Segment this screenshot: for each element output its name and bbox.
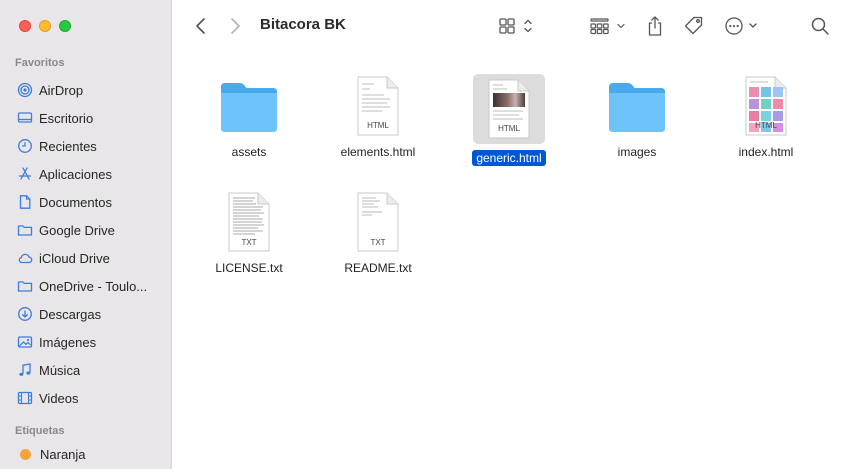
zoom-button[interactable]: [59, 20, 71, 32]
html-document-icon: HTML: [346, 74, 410, 138]
window-controls: [19, 20, 71, 32]
clock-icon: [18, 139, 32, 153]
sidebar-item-label: Naranja: [40, 446, 86, 462]
file-type-badge: HTML: [498, 124, 520, 133]
folder-icon: [217, 74, 281, 138]
orange-tag-dot: [20, 448, 31, 460]
sidebar-item-label: Aplicaciones: [39, 166, 112, 182]
tags-section-title: Etiquetas: [15, 425, 65, 437]
toolbar: Bitacora BK: [172, 0, 846, 52]
window-title: Bitacora BK: [260, 16, 346, 33]
search-button[interactable]: [808, 12, 832, 40]
folder-icon: [17, 281, 33, 292]
download-icon: [18, 307, 32, 321]
file-name: LICENSE.txt: [215, 261, 283, 275]
sidebar-item-onedrive[interactable]: OneDrive - Toulo...: [0, 272, 172, 300]
photo-icon: [17, 336, 33, 348]
file-name: generic.html: [472, 150, 546, 166]
file-item-index-html[interactable]: HTML index.html: [706, 74, 826, 160]
text-document-icon: TXT: [217, 190, 281, 254]
document-icon: [19, 195, 31, 209]
share-icon: [648, 16, 662, 36]
sidebar-item-label: Recientes: [39, 138, 97, 154]
grid-view-icon: [499, 18, 532, 34]
file-name: README.txt: [344, 261, 412, 275]
share-button[interactable]: [644, 12, 666, 40]
sidebar-item-icloud-drive[interactable]: iCloud Drive: [0, 244, 172, 272]
sidebar-tag-naranja[interactable]: Naranja: [0, 440, 172, 468]
chevron-left-icon: [196, 18, 205, 34]
file-type-badge: TXT: [370, 238, 385, 247]
chevron-right-icon: [231, 18, 240, 34]
favorites-list: AirDrop Escritorio Recientes Aplicacione…: [0, 76, 172, 412]
sidebar-item-descargas[interactable]: Descargas: [0, 300, 172, 328]
sidebar-item-videos[interactable]: Videos: [0, 384, 172, 412]
file-grid: assets HTML elements.html HTML generic.h…: [172, 52, 846, 469]
group-button[interactable]: [588, 12, 628, 40]
file-type-badge: HTML: [367, 121, 389, 130]
airdrop-icon: [17, 82, 33, 98]
film-icon: [17, 391, 33, 405]
file-name: images: [617, 145, 657, 159]
file-item-images[interactable]: images: [577, 74, 697, 160]
music-note-icon: [19, 363, 31, 376]
sidebar-item-label: Escritorio: [39, 110, 94, 126]
sidebar-item-escritorio[interactable]: Escritorio: [0, 104, 172, 132]
ellipsis-circle-icon: [725, 17, 757, 35]
folder-icon: [17, 225, 33, 236]
sidebar-item-google-drive[interactable]: Google Drive: [0, 216, 172, 244]
sidebar-item-documentos[interactable]: Documentos: [0, 188, 172, 216]
sidebar-item-label: Imágenes: [39, 334, 97, 350]
sidebar-item-label: Videos: [39, 390, 79, 406]
tags-button[interactable]: [682, 12, 706, 40]
sidebar-item-label: AirDrop: [39, 82, 84, 98]
favorites-section-title: Favoritos: [15, 57, 65, 69]
file-item-readme-txt[interactable]: TXT README.txt: [318, 190, 438, 276]
file-name: elements.html: [340, 145, 416, 159]
view-mode-button[interactable]: [496, 12, 538, 40]
sidebar-item-label: Música: [39, 362, 81, 378]
sidebar-item-label: Descargas: [39, 306, 102, 322]
sidebar-item-musica[interactable]: Música: [0, 356, 172, 384]
finder-window: Favoritos AirDrop Escritorio Recientes A…: [0, 0, 846, 469]
more-actions-button[interactable]: [722, 12, 762, 40]
search-icon: [811, 17, 829, 35]
text-document-icon: TXT: [346, 190, 410, 254]
back-button[interactable]: [190, 12, 212, 40]
file-name: assets: [231, 145, 267, 159]
cloud-icon: [18, 253, 33, 264]
folder-icon: [605, 74, 669, 138]
html-document-icon: HTML: [473, 74, 545, 144]
sidebar-item-label: iCloud Drive: [39, 250, 110, 266]
file-item-elements-html[interactable]: HTML elements.html: [318, 74, 438, 160]
sidebar-item-imagenes[interactable]: Imágenes: [0, 328, 172, 356]
sidebar-item-label: Documentos: [39, 194, 112, 210]
forward-button[interactable]: [224, 12, 246, 40]
html-document-icon: HTML: [734, 74, 798, 138]
desktop-icon: [17, 112, 33, 123]
file-item-license-txt[interactable]: TXT LICENSE.txt: [189, 190, 309, 276]
file-name: index.html: [738, 145, 794, 159]
group-icon: [590, 18, 625, 35]
sidebar-item-label: Google Drive: [39, 222, 115, 238]
file-type-badge: HTML: [755, 121, 777, 130]
file-type-badge: TXT: [241, 238, 256, 247]
tag-icon: [684, 16, 703, 35]
close-button[interactable]: [19, 20, 31, 32]
sidebar-item-label: OneDrive - Toulo...: [39, 278, 148, 294]
applications-icon: [18, 167, 32, 180]
sidebar: Favoritos AirDrop Escritorio Recientes A…: [0, 0, 172, 469]
minimize-button[interactable]: [39, 20, 51, 32]
file-item-assets[interactable]: assets: [189, 74, 309, 160]
sidebar-item-recientes[interactable]: Recientes: [0, 132, 172, 160]
sidebar-item-airdrop[interactable]: AirDrop: [0, 76, 172, 104]
file-item-generic-html[interactable]: HTML generic.html: [449, 74, 569, 166]
sidebar-item-aplicaciones[interactable]: Aplicaciones: [0, 160, 172, 188]
